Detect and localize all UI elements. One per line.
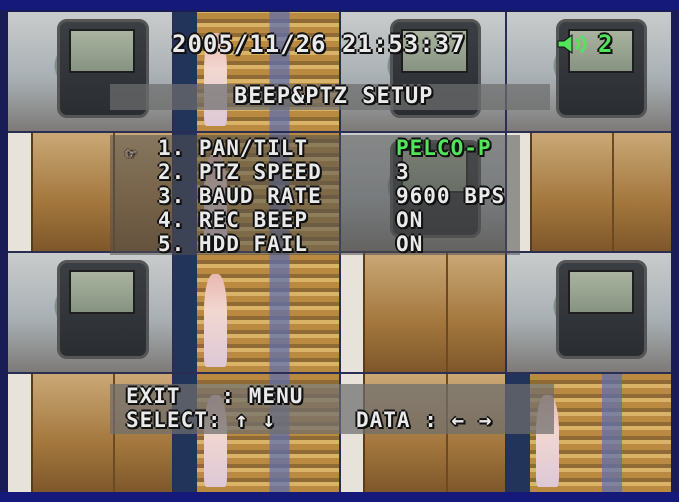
camera-tile[interactable]: [8, 253, 173, 372]
datetime-display: 2005/11/26 21:53:37: [172, 30, 466, 58]
camera-tile[interactable]: [506, 12, 671, 131]
speaker-icon: [557, 34, 587, 54]
footer-data-hint: DATA : ← →: [356, 408, 493, 432]
setup-title: BEEP&PTZ SETUP: [234, 84, 434, 109]
menu-item-hdd-fail-value[interactable]: ON: [396, 232, 423, 256]
menu-item-pan-tilt-value[interactable]: PELCO-P: [396, 136, 492, 160]
menu-cursor: ☞: [126, 144, 137, 163]
camera-tile[interactable]: [8, 12, 173, 131]
menu-item-ptz-speed-value[interactable]: 3: [396, 160, 410, 184]
menu-item-rec-beep-value[interactable]: ON: [396, 208, 423, 232]
camera-tile[interactable]: [506, 253, 671, 372]
top-border: [0, 0, 679, 10]
camera-tile[interactable]: [340, 253, 505, 372]
camera-tile[interactable]: [174, 253, 339, 372]
footer-select-hint: SELECT: ↑ ↓: [126, 408, 277, 432]
menu-item-rec-beep-label[interactable]: 4. REC BEEP: [158, 208, 308, 232]
menu-item-baud-rate-value[interactable]: 9600 BPS: [396, 184, 505, 208]
menu-item-baud-rate-label[interactable]: 3. BAUD RATE: [158, 184, 322, 208]
dvr-screen: 2005/11/26 21:53:37 2 BEEP&PTZ SETUP ☞ 1…: [0, 0, 679, 502]
menu-item-pan-tilt-label[interactable]: 1. PAN/TILT: [158, 136, 308, 160]
channel-number: 2: [598, 30, 614, 58]
menu-item-hdd-fail-label[interactable]: 5. HDD FAIL: [158, 232, 308, 256]
footer-exit-hint: EXIT : MENU: [126, 384, 304, 408]
bottom-border: [0, 492, 679, 502]
camera-tile[interactable]: [506, 132, 671, 251]
menu-item-ptz-speed-label[interactable]: 2. PTZ SPEED: [158, 160, 322, 184]
